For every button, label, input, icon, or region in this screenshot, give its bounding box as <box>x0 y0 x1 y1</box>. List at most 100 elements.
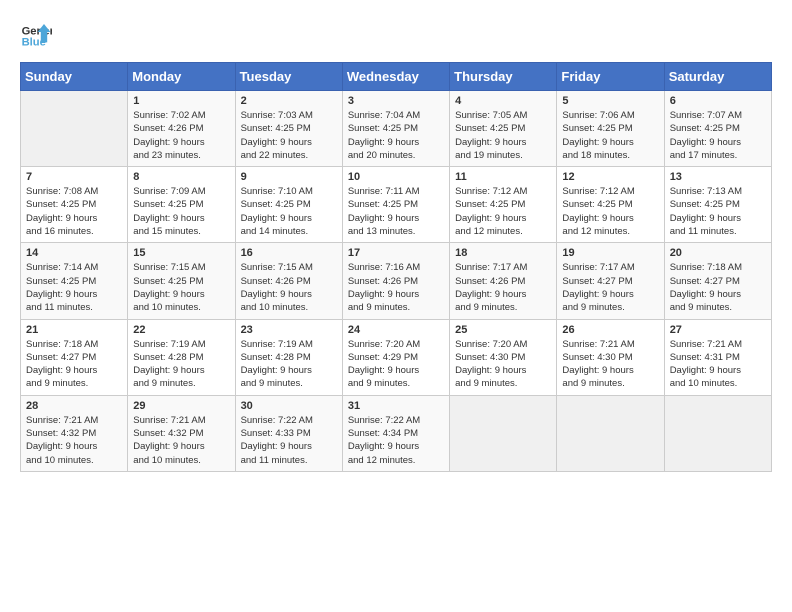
day-info: Sunrise: 7:04 AMSunset: 4:25 PMDaylight:… <box>348 109 444 162</box>
day-cell: 14Sunrise: 7:14 AMSunset: 4:25 PMDayligh… <box>21 243 128 319</box>
day-number: 24 <box>348 324 444 336</box>
day-number: 6 <box>670 95 766 107</box>
day-cell: 6 Sunrise: 7:07 AMSunset: 4:25 PMDaylight… <box>664 91 771 167</box>
day-cell: 28 Sunrise: 7:21 AMSunset: 4:32 PMDayligh… <box>21 395 128 471</box>
day-info: Sunrise: 7:11 AMSunset: 4:25 PMDaylight:… <box>348 185 444 238</box>
day-cell: 2 Sunrise: 7:03 AMSunset: 4:25 PMDaylight… <box>235 91 342 167</box>
day-info: Sunrise: 7:21 AMSunset: 4:32 PMDaylight:… <box>133 414 229 467</box>
day-info: Sunrise: 7:12 AMSunset: 4:25 PMDaylight:… <box>455 185 551 238</box>
day-info: Sunrise: 7:09 AMSunset: 4:25 PMDaylight:… <box>133 185 229 238</box>
header-cell-friday: Friday <box>557 63 664 91</box>
day-cell <box>21 91 128 167</box>
day-info: Sunrise: 7:21 AMSunset: 4:31 PMDaylight:… <box>670 338 766 391</box>
day-info: Sunrise: 7:06 AMSunset: 4:25 PMDaylight:… <box>562 109 658 162</box>
header-cell-monday: Monday <box>128 63 235 91</box>
logo-icon: General Blue <box>20 20 52 52</box>
day-cell <box>450 395 557 471</box>
day-cell: 9Sunrise: 7:10 AMSunset: 4:25 PMDaylight… <box>235 167 342 243</box>
day-info: Sunrise: 7:20 AMSunset: 4:29 PMDaylight:… <box>348 338 444 391</box>
day-number: 4 <box>455 95 551 107</box>
day-cell: 16 Sunrise: 7:15 AMSunset: 4:26 PMDayligh… <box>235 243 342 319</box>
day-number: 19 <box>562 247 658 259</box>
day-number: 5 <box>562 95 658 107</box>
page-header: General Blue <box>20 20 772 52</box>
day-number: 12 <box>562 171 658 183</box>
day-number: 20 <box>670 247 766 259</box>
day-cell: 10 Sunrise: 7:11 AMSunset: 4:25 PMDayligh… <box>342 167 449 243</box>
day-info: Sunrise: 7:16 AMSunset: 4:26 PMDaylight:… <box>348 261 444 314</box>
day-info: Sunrise: 7:17 AMSunset: 4:26 PMDaylight:… <box>455 261 551 314</box>
day-number: 7 <box>26 171 122 183</box>
day-cell: 8 Sunrise: 7:09 AMSunset: 4:25 PMDaylight… <box>128 167 235 243</box>
day-info: Sunrise: 7:19 AMSunset: 4:28 PMDaylight:… <box>133 338 229 391</box>
day-number: 28 <box>26 400 122 412</box>
day-info: Sunrise: 7:08 AMSunset: 4:25 PMDaylight:… <box>26 185 122 238</box>
day-cell: 22 Sunrise: 7:19 AMSunset: 4:28 PMDayligh… <box>128 319 235 395</box>
day-info: Sunrise: 7:19 AMSunset: 4:28 PMDaylight:… <box>241 338 337 391</box>
calendar-body: 1 Sunrise: 7:02 AMSunset: 4:26 PMDaylight… <box>21 91 772 472</box>
week-row-2: 14Sunrise: 7:14 AMSunset: 4:25 PMDayligh… <box>21 243 772 319</box>
day-info: Sunrise: 7:18 AMSunset: 4:27 PMDaylight:… <box>26 338 122 391</box>
day-cell: 15Sunrise: 7:15 AMSunset: 4:25 PMDayligh… <box>128 243 235 319</box>
day-cell: 18 Sunrise: 7:17 AMSunset: 4:26 PMDayligh… <box>450 243 557 319</box>
day-cell: 23Sunrise: 7:19 AMSunset: 4:28 PMDayligh… <box>235 319 342 395</box>
day-cell: 3 Sunrise: 7:04 AMSunset: 4:25 PMDaylight… <box>342 91 449 167</box>
day-number: 8 <box>133 171 229 183</box>
day-cell: 27 Sunrise: 7:21 AMSunset: 4:31 PMDayligh… <box>664 319 771 395</box>
day-number: 17 <box>348 247 444 259</box>
week-row-1: 7 Sunrise: 7:08 AMSunset: 4:25 PMDaylight… <box>21 167 772 243</box>
day-cell: 19 Sunrise: 7:17 AMSunset: 4:27 PMDayligh… <box>557 243 664 319</box>
day-cell: 17 Sunrise: 7:16 AMSunset: 4:26 PMDayligh… <box>342 243 449 319</box>
day-number: 30 <box>241 400 337 412</box>
day-info: Sunrise: 7:13 AMSunset: 4:25 PMDaylight:… <box>670 185 766 238</box>
day-info: Sunrise: 7:15 AMSunset: 4:25 PMDaylight:… <box>133 261 229 314</box>
day-cell <box>557 395 664 471</box>
day-number: 11 <box>455 171 551 183</box>
header-cell-tuesday: Tuesday <box>235 63 342 91</box>
day-info: Sunrise: 7:22 AMSunset: 4:34 PMDaylight:… <box>348 414 444 467</box>
day-number: 13 <box>670 171 766 183</box>
day-info: Sunrise: 7:18 AMSunset: 4:27 PMDaylight:… <box>670 261 766 314</box>
day-info: Sunrise: 7:21 AMSunset: 4:30 PMDaylight:… <box>562 338 658 391</box>
day-info: Sunrise: 7:05 AMSunset: 4:25 PMDaylight:… <box>455 109 551 162</box>
day-info: Sunrise: 7:17 AMSunset: 4:27 PMDaylight:… <box>562 261 658 314</box>
day-number: 3 <box>348 95 444 107</box>
day-cell: 11 Sunrise: 7:12 AMSunset: 4:25 PMDayligh… <box>450 167 557 243</box>
day-number: 26 <box>562 324 658 336</box>
day-cell <box>664 395 771 471</box>
day-number: 29 <box>133 400 229 412</box>
day-info: Sunrise: 7:12 AMSunset: 4:25 PMDaylight:… <box>562 185 658 238</box>
day-info: Sunrise: 7:07 AMSunset: 4:25 PMDaylight:… <box>670 109 766 162</box>
day-number: 10 <box>348 171 444 183</box>
week-row-3: 21 Sunrise: 7:18 AMSunset: 4:27 PMDayligh… <box>21 319 772 395</box>
day-info: Sunrise: 7:21 AMSunset: 4:32 PMDaylight:… <box>26 414 122 467</box>
week-row-4: 28 Sunrise: 7:21 AMSunset: 4:32 PMDayligh… <box>21 395 772 471</box>
day-number: 31 <box>348 400 444 412</box>
day-cell: 13 Sunrise: 7:13 AMSunset: 4:25 PMDayligh… <box>664 167 771 243</box>
day-cell: 20 Sunrise: 7:18 AMSunset: 4:27 PMDayligh… <box>664 243 771 319</box>
day-number: 18 <box>455 247 551 259</box>
header-row: SundayMondayTuesdayWednesdayThursdayFrid… <box>21 63 772 91</box>
day-number: 2 <box>241 95 337 107</box>
day-cell: 12 Sunrise: 7:12 AMSunset: 4:25 PMDayligh… <box>557 167 664 243</box>
day-number: 27 <box>670 324 766 336</box>
day-info: Sunrise: 7:02 AMSunset: 4:26 PMDaylight:… <box>133 109 229 162</box>
day-cell: 1 Sunrise: 7:02 AMSunset: 4:26 PMDaylight… <box>128 91 235 167</box>
day-cell: 29 Sunrise: 7:21 AMSunset: 4:32 PMDayligh… <box>128 395 235 471</box>
day-number: 1 <box>133 95 229 107</box>
day-info: Sunrise: 7:15 AMSunset: 4:26 PMDaylight:… <box>241 261 337 314</box>
day-info: Sunrise: 7:03 AMSunset: 4:25 PMDaylight:… <box>241 109 337 162</box>
day-cell: 26 Sunrise: 7:21 AMSunset: 4:30 PMDayligh… <box>557 319 664 395</box>
day-cell: 7 Sunrise: 7:08 AMSunset: 4:25 PMDaylight… <box>21 167 128 243</box>
day-number: 21 <box>26 324 122 336</box>
header-cell-thursday: Thursday <box>450 63 557 91</box>
day-cell: 4 Sunrise: 7:05 AMSunset: 4:25 PMDaylight… <box>450 91 557 167</box>
logo: General Blue <box>20 20 52 52</box>
day-number: 16 <box>241 247 337 259</box>
day-number: 14 <box>26 247 122 259</box>
day-cell: 5 Sunrise: 7:06 AMSunset: 4:25 PMDaylight… <box>557 91 664 167</box>
day-number: 22 <box>133 324 229 336</box>
day-cell: 31 Sunrise: 7:22 AMSunset: 4:34 PMDayligh… <box>342 395 449 471</box>
day-info: Sunrise: 7:10 AMSunset: 4:25 PMDaylight:… <box>241 185 337 238</box>
week-row-0: 1 Sunrise: 7:02 AMSunset: 4:26 PMDaylight… <box>21 91 772 167</box>
